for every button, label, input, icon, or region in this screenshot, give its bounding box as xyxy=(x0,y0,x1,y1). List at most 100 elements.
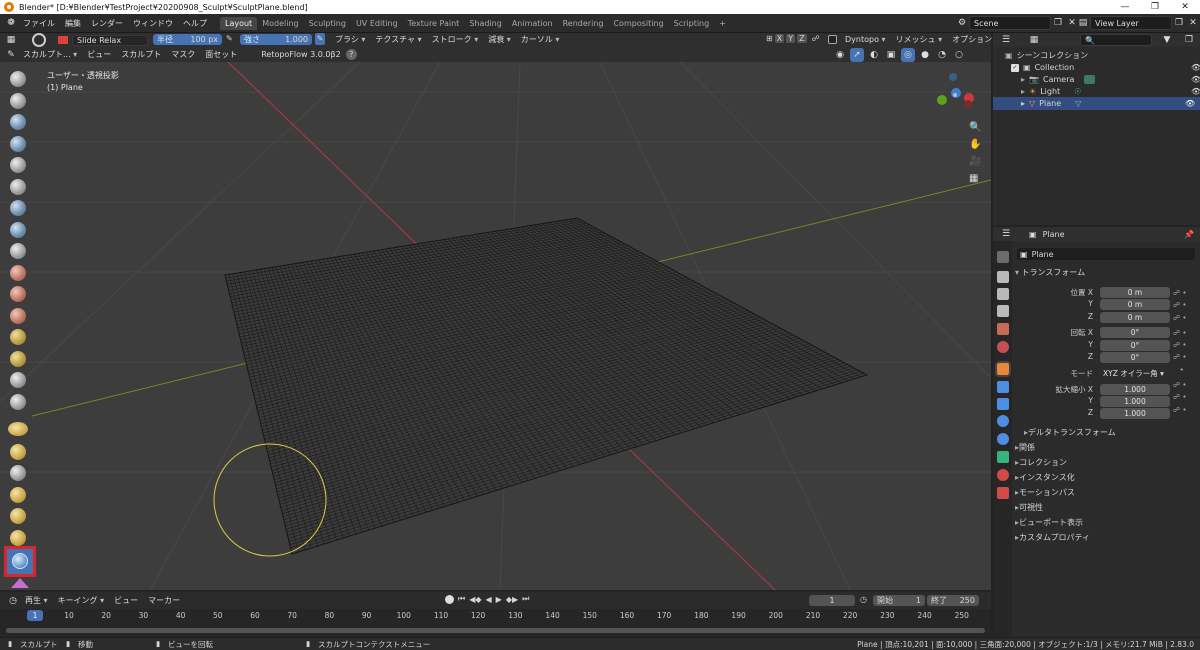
delete-view-layer-icon[interactable]: ✕ xyxy=(1186,16,1200,30)
record-icon[interactable] xyxy=(445,594,454,604)
new-scene-icon[interactable]: ❐ xyxy=(1051,16,1065,30)
pressure-strength-icon[interactable]: ✎ xyxy=(315,33,325,45)
render-tab-icon[interactable] xyxy=(997,271,1009,283)
modifier-tab-icon[interactable] xyxy=(997,381,1009,393)
mask-brush-icon[interactable] xyxy=(11,578,29,588)
pin-icon[interactable]: 📌 xyxy=(1184,230,1194,239)
scale-z-field[interactable]: 1.000 xyxy=(1100,408,1170,419)
location-y-field[interactable]: 0 m xyxy=(1100,299,1170,310)
menu-sculpt[interactable]: スカルプト xyxy=(116,49,166,60)
new-view-layer-icon[interactable]: ❐ xyxy=(1172,16,1186,30)
collection-eye-icon[interactable]: 👁 xyxy=(1191,63,1200,72)
falloff-dropdown[interactable]: 減衰 xyxy=(483,34,516,45)
zoom-icon[interactable]: 🔍 xyxy=(969,122,981,133)
view-layer-icon[interactable]: ▤ xyxy=(1076,16,1090,30)
keying-menu[interactable]: キーイング xyxy=(53,595,110,606)
outliner-item-plane[interactable]: ▸ ▽ Plane ▽ 👁 xyxy=(993,97,1200,110)
scene-selector[interactable]: Scene xyxy=(969,16,1051,30)
lock-icon[interactable]: ☍ • xyxy=(1173,287,1193,299)
tab-scripting[interactable]: Scripting xyxy=(669,17,715,30)
grab-brush-icon[interactable] xyxy=(10,394,26,410)
rotation-y-field[interactable]: 0° xyxy=(1100,340,1170,351)
view-layer-tab-icon[interactable] xyxy=(997,305,1009,317)
timeline-scrollbar[interactable] xyxy=(6,628,985,633)
retopoflow-menu[interactable]: RetopoFlow 3.0.0β2 xyxy=(256,50,345,59)
camera-eye-icon[interactable]: 👁 xyxy=(1191,75,1200,84)
wireframe-shading-icon[interactable]: ◎ xyxy=(901,48,915,62)
tool-tab-icon[interactable] xyxy=(997,251,1009,263)
dyntopo-checkbox[interactable] xyxy=(828,35,837,44)
new-collection-icon[interactable]: ❐ xyxy=(1182,33,1196,47)
tab-texture-paint[interactable]: Texture Paint xyxy=(403,17,465,30)
rotate-brush-icon[interactable] xyxy=(10,530,26,546)
rendered-shading-icon[interactable]: ○ xyxy=(952,48,966,62)
mode-dropdown[interactable]: スカルプト... xyxy=(18,49,82,60)
location-z-field[interactable]: 0 m xyxy=(1100,312,1170,323)
brush-preview-icon[interactable] xyxy=(32,33,46,47)
mesh-data-tab-icon[interactable] xyxy=(997,451,1009,463)
world-tab-icon[interactable] xyxy=(997,341,1009,353)
light-eye-icon[interactable]: 👁 xyxy=(1191,87,1200,96)
thumb-brush-icon[interactable] xyxy=(10,465,26,481)
menu-edit[interactable]: 編集 xyxy=(60,18,86,29)
brush-dropdown[interactable]: ブラシ xyxy=(330,34,370,45)
cursor-dropdown[interactable]: カーソル xyxy=(516,34,565,45)
camera-view-icon[interactable]: 🎥 xyxy=(969,156,981,167)
expand-icon[interactable]: ▸ xyxy=(1021,99,1025,108)
strength-slider[interactable]: 強さ 1.000 xyxy=(240,34,312,45)
menu-file[interactable]: ファイル xyxy=(18,18,60,29)
lock-icon[interactable]: ☍ • xyxy=(1173,391,1193,403)
multiplane-scrape-icon[interactable] xyxy=(10,351,26,367)
fill-brush-icon[interactable] xyxy=(10,308,26,324)
physics-tab-icon[interactable] xyxy=(997,415,1009,427)
relations-panel-header[interactable]: 関係 xyxy=(1015,442,1035,453)
plane-eye-icon[interactable]: 👁 xyxy=(1185,99,1195,108)
3d-viewport[interactable]: ユーザー・透視投影 (1) Plane 🔍 ✋ 🎥 ▦ xyxy=(0,62,991,590)
inflate-brush-icon[interactable] xyxy=(10,200,26,216)
menu-render[interactable]: レンダー xyxy=(86,18,128,29)
instancing-panel-header[interactable]: インスタンス化 xyxy=(1015,472,1075,483)
tab-shading[interactable]: Shading xyxy=(464,17,507,30)
draw-sharp-brush-icon[interactable] xyxy=(10,93,26,109)
blob-brush-icon[interactable] xyxy=(10,222,26,238)
collections-panel-header[interactable]: コレクション xyxy=(1015,457,1067,468)
location-x-field[interactable]: 0 m xyxy=(1100,287,1170,298)
properties-editor-icon[interactable]: ☰ xyxy=(999,227,1013,241)
clock-icon[interactable]: ◷ xyxy=(860,595,867,604)
maximize-button[interactable]: ❐ xyxy=(1140,0,1170,14)
dyntopo-dropdown[interactable]: Dyntopo xyxy=(840,35,891,44)
ortho-grid-icon[interactable]: ▦ xyxy=(969,173,981,184)
tab-sculpting[interactable]: Sculpting xyxy=(304,17,351,30)
solid-shading-icon[interactable]: ● xyxy=(918,48,932,62)
expand-icon[interactable]: ▸ xyxy=(1021,87,1025,96)
transform-panel-header[interactable]: ▾ トランスフォーム xyxy=(1015,267,1085,278)
lock-icon[interactable]: ☍ xyxy=(812,34,820,43)
outliner-editor-icon[interactable]: ☰ xyxy=(999,33,1013,47)
xray-icon[interactable]: ▣ xyxy=(884,48,898,62)
end-frame-field[interactable]: 終了 250 xyxy=(927,595,979,606)
jump-end-icon[interactable]: ⏭ xyxy=(522,594,529,604)
pinch-brush-icon[interactable] xyxy=(10,372,26,388)
gizmo-icon[interactable]: ➚ xyxy=(850,48,864,62)
object-name-field[interactable]: ▣ Plane xyxy=(1017,248,1195,260)
lock-icon[interactable]: ☍ • xyxy=(1173,404,1193,416)
visibility-panel-header[interactable]: 可視性 xyxy=(1015,502,1043,513)
tab-layout[interactable]: Layout xyxy=(220,16,258,30)
menu-mask[interactable]: マスク xyxy=(166,49,200,60)
play-icon[interactable]: ▶ xyxy=(496,595,502,604)
scene-tab-icon[interactable] xyxy=(997,323,1009,335)
scale-y-field[interactable]: 1.000 xyxy=(1100,396,1170,407)
display-mode-icon[interactable]: ▦ xyxy=(1027,33,1041,47)
viewport-display-panel-header[interactable]: ビューポート表示 xyxy=(1015,517,1083,528)
lock-icon[interactable]: ☍ • xyxy=(1173,379,1193,391)
close-button[interactable]: ✕ xyxy=(1170,0,1200,14)
add-workspace-button[interactable]: + xyxy=(714,17,731,30)
tab-animation[interactable]: Animation xyxy=(507,17,558,30)
clay-brush-icon[interactable] xyxy=(10,114,26,130)
menu-help[interactable]: ヘルプ xyxy=(178,18,212,29)
rotation-x-field[interactable]: 0° xyxy=(1100,327,1170,338)
brush-name-field[interactable]: Slide Relax xyxy=(72,34,148,46)
elastic-deform-icon[interactable] xyxy=(8,422,28,436)
expand-icon[interactable]: ▸ xyxy=(1021,75,1025,84)
keyframe-dot-icon[interactable]: • xyxy=(1173,364,1193,376)
